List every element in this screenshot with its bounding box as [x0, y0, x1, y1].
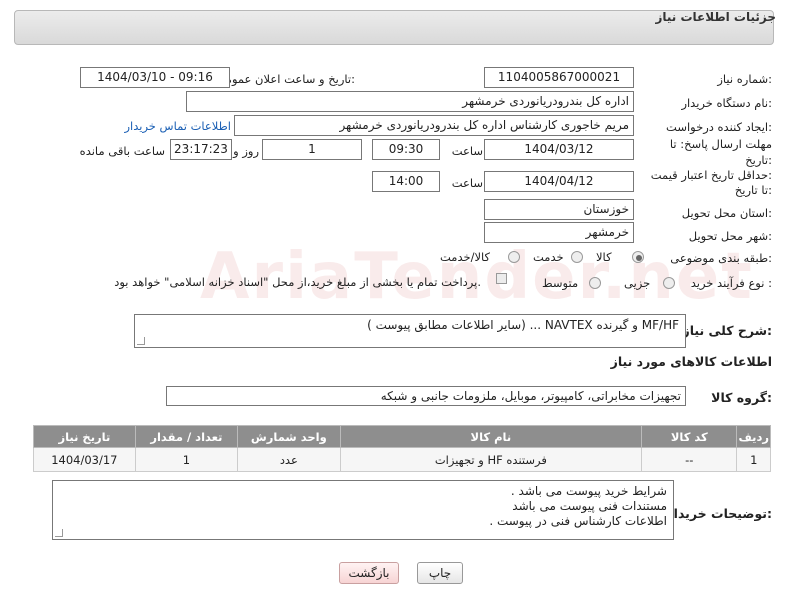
category-option-service: خدمت: [533, 250, 564, 264]
table-header-row: ردیف کد کالا نام کالا واحد شمارش تعداد /…: [33, 425, 771, 448]
category-radio-goods[interactable]: [632, 251, 644, 263]
cell-item-code: --: [641, 447, 738, 472]
need-number-label: شماره نیاز:: [717, 72, 772, 86]
category-option-goods: کالا: [596, 250, 612, 264]
need-desc-text: MF/HF و گیرنده NAVTEX ... (سایر اطلاعات …: [367, 318, 679, 332]
process-radio-minor[interactable]: [663, 277, 675, 289]
buyer-notes-line: شرایط خرید پیوست می باشد .: [510, 484, 667, 498]
goods-section-title: اطلاعات کالاهای مورد نیاز: [610, 354, 772, 369]
col-header-item-name: نام کالا: [339, 425, 643, 448]
process-radio-medium[interactable]: [589, 277, 601, 289]
buyer-org-field[interactable]: اداره کل بندرودریانوردی خرمشهر: [186, 91, 634, 112]
goods-group-field[interactable]: تجهیزات مخابراتی، کامپیوتر، موبایل، ملزو…: [166, 386, 686, 406]
buyer-notes-label: توضیحات خریدار:: [666, 506, 772, 521]
process-label: نوع فرآیند خرید :: [690, 276, 772, 290]
need-desc-field[interactable]: MF/HF و گیرنده NAVTEX ... (سایر اطلاعات …: [134, 314, 686, 348]
resize-handle[interactable]: [55, 529, 63, 537]
announce-label: تاریخ و ساعت اعلان عمومی:: [216, 72, 355, 86]
items-table: ردیف کد کالا نام کالا واحد شمارش تعداد /…: [33, 425, 771, 472]
province-label: استان محل تحویل:: [681, 206, 772, 220]
print-button[interactable]: چاپ: [417, 562, 463, 584]
price-time-label: ساعت: [451, 176, 483, 190]
buyer-notes-field[interactable]: شرایط خرید پیوست می باشد . مستندات فنی پ…: [52, 480, 674, 540]
table-row[interactable]: 1 -- فرستنده HF و تجهیزات عدد 1 1404/03/…: [33, 447, 771, 472]
cell-unit: عدد: [237, 447, 341, 472]
goods-group-label: گروه کالا:: [711, 390, 772, 405]
need-desc-label: شرح کلی نیاز:: [682, 323, 773, 338]
buyer-notes-line: اطلاعات کارشناس فنی در پیوست .: [489, 514, 667, 528]
payment-note: پرداخت تمام یا بخشی از مبلغ خرید،از محل …: [114, 275, 481, 289]
price-validity-label: حداقل تاریخ اعتبار قیمت:: [650, 168, 772, 182]
process-option-medium: متوسط: [542, 276, 579, 290]
city-field[interactable]: خرمشهر: [484, 222, 634, 243]
buyer-notes-line: مستندات فنی پیوست می باشد: [512, 499, 667, 513]
page-title: جزئیات اطلاعات نیاز: [655, 10, 776, 24]
reply-time-field[interactable]: 09:30: [372, 139, 440, 160]
creator-label: ایجاد کننده درخواست:: [666, 120, 772, 134]
city-label: شهر محل تحویل:: [688, 229, 772, 243]
cell-quantity: 1: [134, 447, 239, 472]
col-header-quantity: تعداد / مقدار: [134, 425, 239, 448]
price-validity-label-date: تا تاریخ:: [734, 183, 772, 197]
price-time-field[interactable]: 14:00: [372, 171, 440, 192]
category-radio-service[interactable]: [571, 251, 583, 263]
col-header-item-code: کد کالا: [641, 425, 738, 448]
process-option-minor: جزیی: [624, 276, 651, 290]
cell-row-number: 1: [736, 447, 771, 472]
days-field[interactable]: 1: [262, 139, 362, 160]
cell-item-name: فرستنده HF و تجهیزات: [339, 447, 643, 472]
category-label: طبقه بندی موضوعی:: [670, 251, 772, 265]
cell-need-date: 1404/03/17: [33, 447, 136, 472]
creator-field[interactable]: مریم خاجوری کارشناس اداره کل بندرودریانو…: [234, 115, 634, 136]
reply-time-label: ساعت: [451, 144, 483, 158]
col-header-unit: واحد شمارش: [237, 425, 341, 448]
payment-checkbox[interactable]: [496, 273, 507, 284]
back-button[interactable]: بازگشت: [339, 562, 399, 584]
resize-handle[interactable]: [137, 337, 145, 345]
col-header-need-date: تاریخ نیاز: [33, 425, 136, 448]
remaining-label: ساعت باقی مانده: [79, 144, 165, 158]
buyer-org-label: نام دستگاه خریدار:: [681, 96, 772, 110]
days-label: روز و: [233, 144, 259, 158]
category-radio-goods-service[interactable]: [508, 251, 520, 263]
col-header-row-number: ردیف: [736, 425, 771, 448]
reply-date-field[interactable]: 1404/03/12: [484, 139, 634, 160]
category-option-goods-service: کالا/خدمت: [440, 250, 491, 264]
announce-field[interactable]: 1404/03/10 - 09:16: [80, 67, 230, 88]
reply-deadline-label-date: تاریخ:: [745, 153, 772, 167]
need-number-field[interactable]: 1104005867000021: [484, 67, 634, 88]
province-field[interactable]: خوزستان: [484, 199, 634, 220]
reply-deadline-label: مهلت ارسال پاسخ: تا: [669, 137, 772, 151]
price-date-field[interactable]: 1404/04/12: [484, 171, 634, 192]
remaining-time-field[interactable]: 23:17:23: [170, 139, 232, 160]
contact-info-link[interactable]: اطلاعات تماس خریدار: [124, 119, 231, 133]
